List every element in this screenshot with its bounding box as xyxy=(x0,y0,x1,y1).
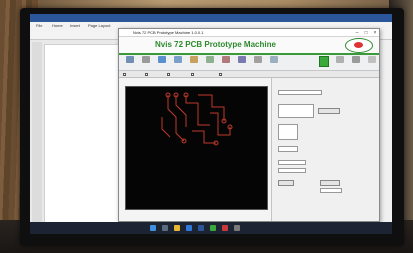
toolbar-button-2[interactable] xyxy=(139,56,153,70)
tool-icon xyxy=(222,56,230,63)
toolbar-button-7[interactable] xyxy=(219,56,233,70)
doc-tab-insert[interactable]: Insert xyxy=(70,23,80,28)
toolbar-button-5[interactable] xyxy=(187,56,201,70)
layer-checkbox-4[interactable] xyxy=(191,72,195,76)
maximize-button[interactable]: □ xyxy=(362,29,370,37)
settings-panel xyxy=(271,78,379,221)
layer-checkbox-1[interactable] xyxy=(123,72,127,76)
close-button[interactable]: × xyxy=(371,29,379,37)
minimize-button[interactable]: – xyxy=(353,29,361,37)
layer-checkbox-2[interactable] xyxy=(145,72,149,76)
folder-icon[interactable] xyxy=(174,225,180,231)
main-toolbar xyxy=(119,55,379,71)
document-navigation-pane xyxy=(32,42,42,232)
tool-icon xyxy=(368,56,376,63)
doc-tab-file[interactable]: File xyxy=(36,23,42,28)
app-header: Nvis 72 PCB Prototype Machine xyxy=(119,37,379,55)
tool-icon xyxy=(254,56,262,63)
tool-icon xyxy=(174,56,182,63)
pcb-traces xyxy=(161,92,233,146)
pcb-preview-canvas[interactable] xyxy=(125,86,268,210)
panel-list-box[interactable] xyxy=(278,104,314,118)
toolbar-button-11[interactable] xyxy=(333,56,347,70)
tool-icon xyxy=(270,56,278,63)
doc-tab-home[interactable]: Home xyxy=(52,23,63,28)
toolbar-button-12[interactable] xyxy=(349,56,363,70)
panel-field-2[interactable] xyxy=(278,168,306,173)
edge-icon[interactable] xyxy=(186,225,192,231)
panel-button-2[interactable] xyxy=(278,180,294,186)
pcb-trace xyxy=(210,112,231,136)
tool-icon xyxy=(142,56,150,63)
tool-icon xyxy=(352,56,360,63)
panel-button-1[interactable] xyxy=(318,108,340,114)
doc-tab-page-layout[interactable]: Page Layout xyxy=(88,23,110,28)
pcb-trace xyxy=(192,130,216,144)
tool-icon xyxy=(206,56,214,63)
panel-dropdown[interactable] xyxy=(278,90,322,95)
panel-field-1[interactable] xyxy=(278,160,306,165)
toolbar-button-8[interactable] xyxy=(235,56,249,70)
tool-icon xyxy=(190,56,198,63)
pcb-trace xyxy=(198,94,225,121)
toolbar-button-9[interactable] xyxy=(251,56,265,70)
panel-button-3[interactable] xyxy=(320,180,340,186)
monitor: File Home Insert Page Layout Nvis 72 PCB… xyxy=(20,8,404,246)
toolbar-button-13[interactable] xyxy=(365,56,379,70)
start-icon[interactable] xyxy=(150,225,156,231)
toolbar-button-4[interactable] xyxy=(171,56,185,70)
run-button[interactable] xyxy=(319,56,329,67)
pcb-trace xyxy=(161,117,171,138)
nvis-eye-logo-icon xyxy=(345,38,373,53)
panel-tool-list[interactable] xyxy=(278,124,298,140)
screen: File Home Insert Page Layout Nvis 72 PCB… xyxy=(30,14,392,234)
tool-icon xyxy=(126,56,134,63)
window-title: Nvis 72 PCB Prototype Machine 1.0.0.1 xyxy=(133,30,204,35)
layer-bar xyxy=(119,71,379,78)
nvis-app-icon[interactable] xyxy=(210,225,216,231)
pcb-trace xyxy=(175,95,187,127)
toolbar-button-10[interactable] xyxy=(267,56,281,70)
search-icon[interactable] xyxy=(162,225,168,231)
tool-icon xyxy=(336,56,344,63)
pcb-trace xyxy=(185,95,210,126)
panel-field-3[interactable] xyxy=(320,188,342,193)
windows-taskbar xyxy=(30,222,392,234)
toolbar-button-6[interactable] xyxy=(203,56,217,70)
taskbar-app-icon[interactable] xyxy=(234,225,240,231)
pcb-prototype-window: Nvis 72 PCB Prototype Machine 1.0.0.1 – … xyxy=(118,28,380,222)
panel-input[interactable] xyxy=(278,146,298,152)
tool-icon xyxy=(158,56,166,63)
taskbar-app-icon[interactable] xyxy=(222,225,228,231)
layer-checkbox-3[interactable] xyxy=(167,72,171,76)
toolbar-button-3[interactable] xyxy=(155,56,169,70)
toolbar-button-1[interactable] xyxy=(123,56,137,70)
window-titlebar: Nvis 72 PCB Prototype Machine 1.0.0.1 – … xyxy=(119,29,379,37)
layer-checkbox-5[interactable] xyxy=(219,72,223,76)
word-icon[interactable] xyxy=(198,225,204,231)
document-title-strip xyxy=(30,14,392,22)
app-heading: Nvis 72 PCB Prototype Machine xyxy=(155,40,276,49)
tool-icon xyxy=(238,56,246,63)
